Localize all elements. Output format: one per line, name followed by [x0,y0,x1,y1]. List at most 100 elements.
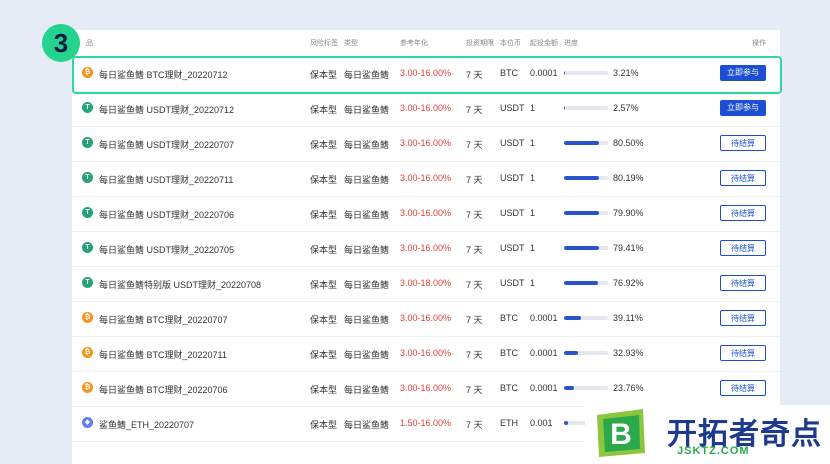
pending-settlement-button[interactable]: 待结算 [720,380,766,396]
annual-rate: 3.00-16.00% [400,138,452,148]
progress-fill [564,386,575,390]
usdt-coin-icon: T [82,137,93,148]
min-amount: 0.0001 [530,383,558,393]
annual-rate: 3.00-18.00% [400,278,452,288]
product-type: 每日鲨鱼鳍 [344,175,390,185]
progress-fill [564,351,579,355]
progress-percent: 23.76% [613,383,644,393]
annual-rate: 3.00-16.00% [400,313,452,323]
header-currency: 本位币 [500,40,521,47]
progress-bar [564,141,608,145]
currency: USDT [500,173,525,183]
join-now-button[interactable]: 立即参与 [720,100,766,116]
table-row: T 每日鲨鱼鳍 USDT理财_20220706 保本型 每日鲨鱼鳍 3.00-16.00… [72,196,780,232]
progress-bar [564,281,608,285]
table-row: ₿ 每日鲨鱼鳍 BTC理财_20220706 保本型 每日鲨鱼鳍 3.00-16.00%… [72,371,780,407]
investment-term: 7 天 [466,280,483,290]
progress-fill [564,281,598,285]
progress-bar [564,316,608,320]
currency: USDT [500,138,525,148]
product-type: 每日鲨鱼鳍 [344,140,390,150]
product-type: 每日鲨鱼鳍 [344,245,390,255]
usdt-coin-icon: T [82,277,93,288]
table-row: T 每日鲨鱼鳍 USDT理财_20220711 保本型 每日鲨鱼鳍 3.00-16.00… [72,161,780,197]
product-name[interactable]: 每日鲨鱼鳍 USDT理财_20220712 [99,103,234,116]
currency: USDT [500,208,525,218]
product-name[interactable]: 每日鲨鱼鳍 BTC理财_20220711 [99,348,227,361]
min-amount: 1 [530,138,536,148]
currency: BTC [500,313,518,323]
table-row: ₿ 每日鲨鱼鳍 BTC理财_20220711 保本型 每日鲨鱼鳍 3.00-16.00%… [72,336,780,372]
product-name[interactable]: 鲨鱼鳍_ETH_20220707 [99,418,194,431]
product-name[interactable]: 每日鲨鱼鳍 USDT理财_20220706 [99,208,234,221]
annual-rate: 3.00-16.00% [400,208,452,218]
product-name[interactable]: 每日鲨鱼鳍特别版 USDT理财_20220708 [99,278,261,291]
pending-settlement-button[interactable]: 待结算 [720,310,766,326]
investment-term: 7 天 [466,315,483,325]
table-row: ₿ 每日鲨鱼鳍 BTC理财_20220707 保本型 每日鲨鱼鳍 3.00-16.00%… [72,301,780,337]
progress-fill [564,176,600,180]
pending-settlement-button[interactable]: 待结算 [720,205,766,221]
product-name[interactable]: 每日鲨鱼鳍 USDT理财_20220711 [99,173,233,186]
min-amount: 1 [530,103,536,113]
header-rate: 参考年化 [400,40,428,47]
progress-bar [564,176,608,180]
risk-tag: 保本型 [310,350,338,360]
investment-term: 7 天 [466,140,483,150]
pending-settlement-button[interactable]: 待结算 [720,345,766,361]
table-row: T 每日鲨鱼鳍特别版 USDT理财_20220708 保本型 每日鲨鱼鳍 3.00-18… [72,266,780,302]
progress-fill [564,316,582,320]
progress-bar [564,386,608,390]
annual-rate: 3.00-16.00% [400,383,452,393]
btc-coin-icon: ₿ [82,312,93,323]
usdt-coin-icon: T [82,102,93,113]
annual-rate: 1.50-16.00% [400,418,452,428]
usdt-coin-icon: T [82,207,93,218]
table-row: T 每日鲨鱼鳍 USDT理财_20220712 保本型 每日鲨鱼鳍 3.00-16.00… [72,91,780,127]
risk-tag: 保本型 [310,385,338,395]
progress-fill [564,141,600,145]
progress-percent: 80.50% [613,138,644,148]
min-amount: 1 [530,173,536,183]
currency: USDT [500,278,525,288]
pending-settlement-button[interactable]: 待结算 [720,135,766,151]
product-type: 每日鲨鱼鳍 [344,280,390,290]
product-type: 每日鲨鱼鳍 [344,420,390,430]
progress-fill [564,246,599,250]
btc-coin-icon: ₿ [82,347,93,358]
brand-logo: B 开拓者奇点 JSKTZ.COM [585,405,830,464]
progress-bar [564,106,608,110]
progress-fill [564,106,566,110]
header-progress: 进度 [564,40,578,47]
product-name[interactable]: 每日鲨鱼鳍 BTC理财_20220707 [99,313,228,326]
risk-tag: 保本型 [310,140,338,150]
pending-settlement-button[interactable]: 待结算 [720,275,766,291]
currency: BTC [500,348,518,358]
risk-tag: 保本型 [310,280,338,290]
pending-settlement-button[interactable]: 待结算 [720,170,766,186]
product-type: 每日鲨鱼鳍 [344,385,390,395]
investment-term: 7 天 [466,420,483,430]
product-name[interactable]: 每日鲨鱼鳍 USDT理财_20220707 [99,138,234,151]
header-risk: 风险标签 [310,40,338,47]
risk-tag: 保本型 [310,315,338,325]
min-amount: 0.001 [530,418,553,428]
header-action: 操作 [752,40,766,47]
pending-settlement-button[interactable]: 待结算 [720,240,766,256]
annual-rate: 3.00-16.00% [400,103,452,113]
header-name: 品 [86,40,93,47]
investment-term: 7 天 [466,210,483,220]
product-type: 每日鲨鱼鳍 [344,105,390,115]
product-name[interactable]: 每日鲨鱼鳍 BTC理财_20220706 [99,383,228,396]
annual-rate: 3.00-16.00% [400,243,452,253]
product-name[interactable]: 每日鲨鱼鳍 USDT理财_20220705 [99,243,234,256]
progress-percent: 79.41% [613,243,644,253]
annual-rate: 3.00-16.00% [400,173,452,183]
min-amount: 0.0001 [530,348,558,358]
progress-percent: 76.92% [613,278,644,288]
progress-fill [564,421,569,425]
min-amount: 1 [530,243,536,253]
risk-tag: 保本型 [310,105,338,115]
progress-percent: 39.11% [613,313,643,323]
currency: BTC [500,383,518,393]
